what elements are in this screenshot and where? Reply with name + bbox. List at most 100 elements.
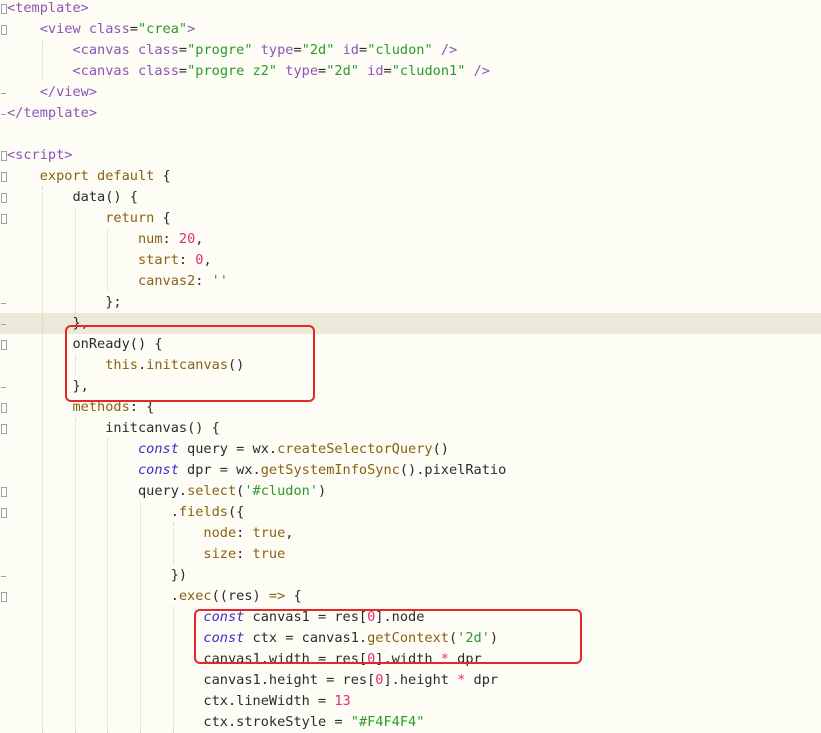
code-line-text: }, <box>7 376 88 397</box>
code-line[interactable]: .exec((res) => { <box>0 586 821 607</box>
code-line[interactable]: <view class="crea"> <box>0 19 821 40</box>
code-line-text: num: 20, <box>7 229 204 250</box>
code-line[interactable]: const dpr = wx.getSystemInfoSync().pixel… <box>0 460 821 481</box>
code-line[interactable]: this.initcanvas() <box>0 355 821 376</box>
fold-marker-icon[interactable] <box>0 166 7 187</box>
fold-marker-icon[interactable] <box>0 481 7 502</box>
code-token: '#cludon' <box>244 483 319 499</box>
code-line[interactable]: start: 0, <box>0 250 821 271</box>
code-line[interactable]: onReady() { <box>0 334 821 355</box>
code-token: ( <box>448 630 458 646</box>
fold-marker-icon[interactable] <box>0 208 7 229</box>
code-line[interactable]: size: true <box>0 544 821 565</box>
gutter-cell <box>0 229 7 250</box>
code-token: ctx.strokeStyle = <box>203 714 351 730</box>
code-line[interactable]: methods: { <box>0 397 821 418</box>
code-line[interactable]: data() { <box>0 187 821 208</box>
code-line[interactable]: const query = wx.createSelectorQuery() <box>0 439 821 460</box>
code-line[interactable]: num: 20, <box>0 229 821 250</box>
code-line[interactable]: </view> <box>0 82 821 103</box>
code-line-text: const query = wx.createSelectorQuery() <box>7 439 449 460</box>
code-token: node <box>203 525 237 541</box>
code-line-text: }) <box>7 565 187 586</box>
code-line-text: <canvas class="progre" type="2d" id="clu… <box>7 40 457 61</box>
fold-marker-icon[interactable] <box>0 397 7 418</box>
code-line[interactable]: initcanvas() { <box>0 418 821 439</box>
code-line[interactable]: node: true, <box>0 523 821 544</box>
fold-marker-icon[interactable] <box>0 313 7 334</box>
code-token: "progre z2" <box>187 63 278 79</box>
code-line[interactable]: const canvas1 = res[0].node <box>0 607 821 628</box>
code-line[interactable]: </template> <box>0 103 821 124</box>
code-line-text: canvas1.height = res[0].height * dpr <box>7 670 498 691</box>
fold-marker-icon[interactable] <box>0 19 7 40</box>
code-token: const <box>203 609 245 625</box>
code-token: 13 <box>334 693 351 709</box>
fold-marker-icon[interactable] <box>0 0 7 19</box>
code-line[interactable]: return { <box>0 208 821 229</box>
code-token: select <box>187 483 237 499</box>
code-token: : <box>195 273 212 289</box>
fold-marker-icon[interactable] <box>0 376 7 397</box>
code-token: () { <box>129 336 163 352</box>
code-line[interactable]: canvas1.width = res[0].width * dpr <box>0 649 821 670</box>
code-line[interactable]: ctx.lineWidth = 13 <box>0 691 821 712</box>
code-token: dpr = wx. <box>178 462 261 478</box>
code-line[interactable]: }, <box>0 376 821 397</box>
code-token: = <box>383 63 392 79</box>
code-token: createSelectorQuery <box>277 441 433 457</box>
code-line[interactable]: export default { <box>0 166 821 187</box>
code-token: : <box>236 525 253 541</box>
code-line-text: }, <box>7 313 88 334</box>
code-token: fields <box>178 504 228 520</box>
code-line-text: </view> <box>7 82 97 103</box>
code-line[interactable]: <canvas class="progre z2" type="2d" id="… <box>0 61 821 82</box>
fold-marker-icon[interactable] <box>0 565 7 586</box>
code-line[interactable]: <script> <box>0 145 821 166</box>
code-token: const <box>137 462 179 478</box>
code-line-text: export default { <box>7 166 171 187</box>
code-token: ].height <box>383 672 458 688</box>
code-line[interactable]: ctx.strokeStyle = "#F4F4F4" <box>0 712 821 733</box>
code-line[interactable]: <canvas class="progre" type="2d" id="clu… <box>0 40 821 61</box>
code-line[interactable]: const ctx = canvas1.getContext('2d') <box>0 628 821 649</box>
fold-marker-icon[interactable] <box>0 187 7 208</box>
code-token: { <box>285 588 302 604</box>
fold-marker-icon[interactable] <box>0 82 7 103</box>
code-line[interactable]: }) <box>0 565 821 586</box>
code-token: query. <box>137 483 188 499</box>
code-token: ((res) <box>211 588 269 604</box>
fold-marker-icon[interactable] <box>0 103 7 124</box>
fold-marker-icon[interactable] <box>0 292 7 313</box>
code-token: : <box>162 231 179 247</box>
fold-marker-icon[interactable] <box>0 418 7 439</box>
code-token: ().pixelRatio <box>399 462 507 478</box>
code-token: : { <box>129 399 155 415</box>
code-token: ({ <box>227 504 245 520</box>
indent-guide <box>107 229 109 292</box>
code-token: . <box>170 504 179 520</box>
code-line[interactable]: }; <box>0 292 821 313</box>
code-line[interactable]: <template> <box>0 0 821 19</box>
code-line[interactable]: query.select('#cludon') <box>0 481 821 502</box>
code-line[interactable]: .fields({ <box>0 502 821 523</box>
code-line-text: <view class="crea"> <box>7 19 196 40</box>
code-line[interactable]: canvas1.height = res[0].height * dpr <box>0 670 821 691</box>
code-token: , <box>285 525 294 541</box>
fold-marker-icon[interactable] <box>0 502 7 523</box>
fold-marker-icon[interactable] <box>0 145 7 166</box>
code-line[interactable]: }, <box>0 313 821 334</box>
gutter-cell <box>0 271 7 292</box>
fold-marker-icon[interactable] <box>0 586 7 607</box>
fold-marker-icon[interactable] <box>0 334 7 355</box>
code-line[interactable]: canvas2: '' <box>0 271 821 292</box>
code-line[interactable] <box>0 124 821 145</box>
code-token: const <box>137 441 179 457</box>
code-token: () <box>228 357 245 373</box>
code-token: query = wx. <box>178 441 278 457</box>
